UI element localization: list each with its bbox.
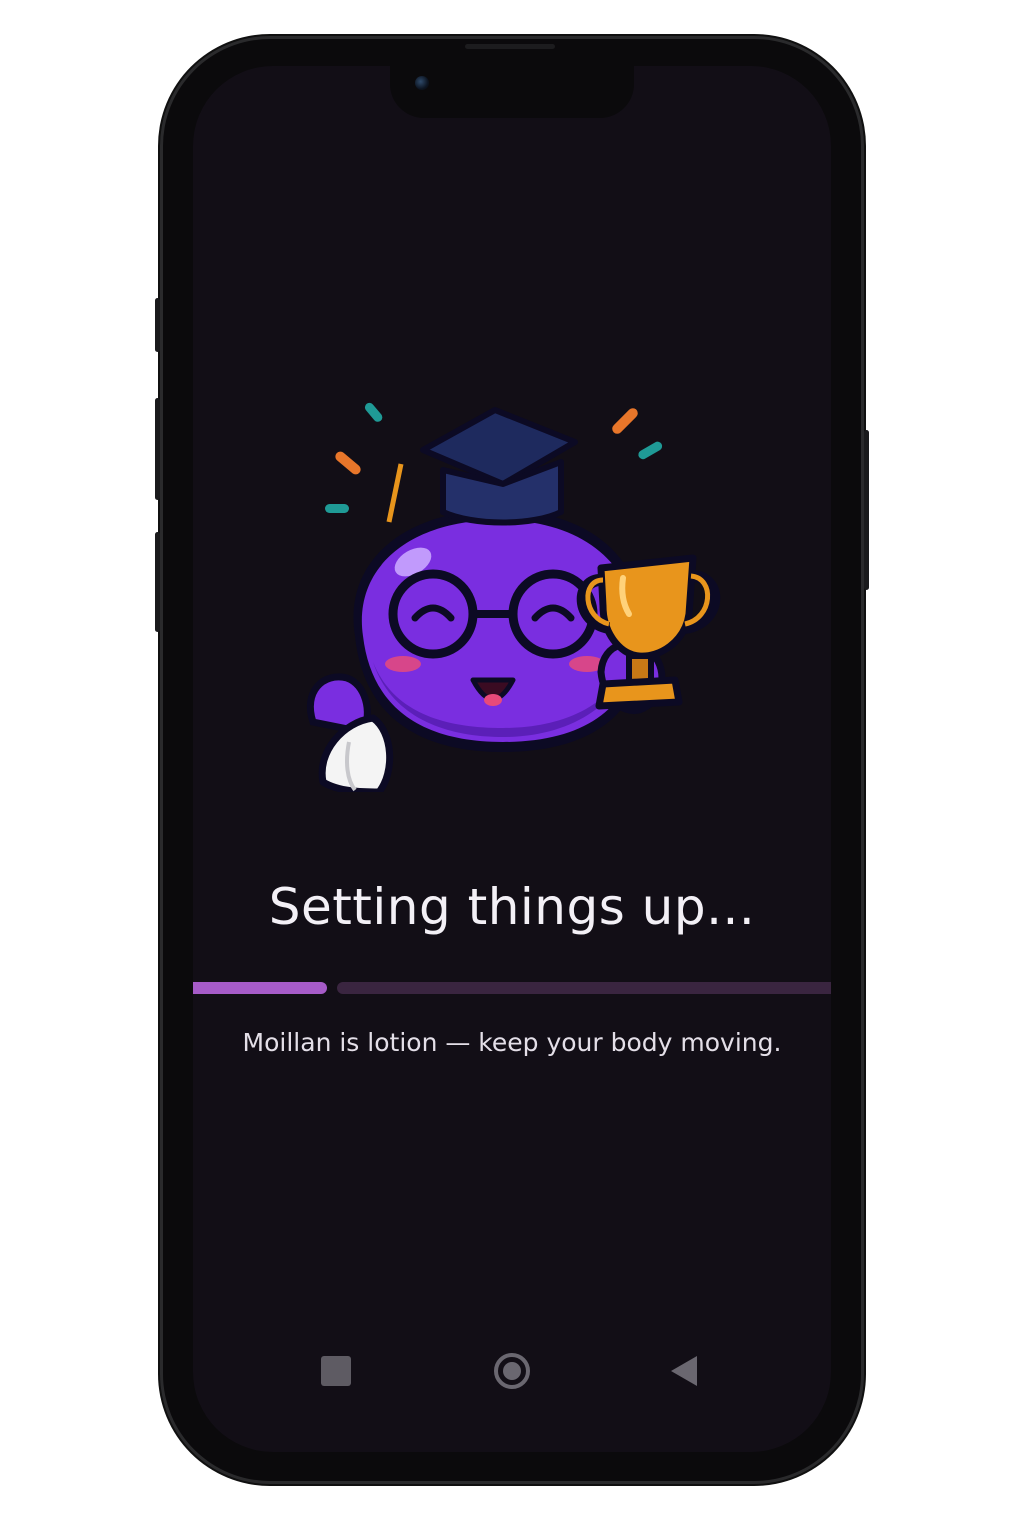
volume-down-button: [155, 532, 160, 632]
front-camera: [415, 76, 429, 90]
progress-bar-fill: [193, 982, 327, 994]
confetti-orange-2: [612, 408, 638, 434]
tagline-text: Moillan is lotion — keep your body movin…: [242, 1028, 782, 1057]
silent-switch: [155, 298, 160, 352]
notch: [390, 66, 634, 118]
volume-up-button: [155, 398, 160, 500]
trophy-icon: [597, 554, 697, 660]
progress-bar-track: [337, 982, 831, 994]
recents-button[interactable]: [311, 1346, 361, 1396]
home-button[interactable]: [487, 1346, 537, 1396]
loading-title: Setting things up...: [268, 878, 756, 936]
square-icon: [321, 1356, 351, 1386]
power-button: [864, 430, 869, 590]
back-button[interactable]: [659, 1346, 709, 1396]
confetti-teal-2: [325, 504, 349, 513]
confetti-orange-1: [335, 451, 361, 475]
android-nav-bar: [193, 1346, 831, 1396]
triangle-back-icon: [671, 1356, 697, 1386]
graduate-mascot-illustration: [306, 402, 721, 792]
circle-home-icon: [494, 1353, 530, 1389]
confetti-teal-1: [364, 402, 383, 422]
progress-bar: [193, 982, 831, 994]
earpiece-speaker: [465, 44, 555, 49]
app-screen: Setting things up... Moillan is lotion —…: [193, 66, 831, 1452]
confetti-teal-3: [638, 441, 663, 460]
